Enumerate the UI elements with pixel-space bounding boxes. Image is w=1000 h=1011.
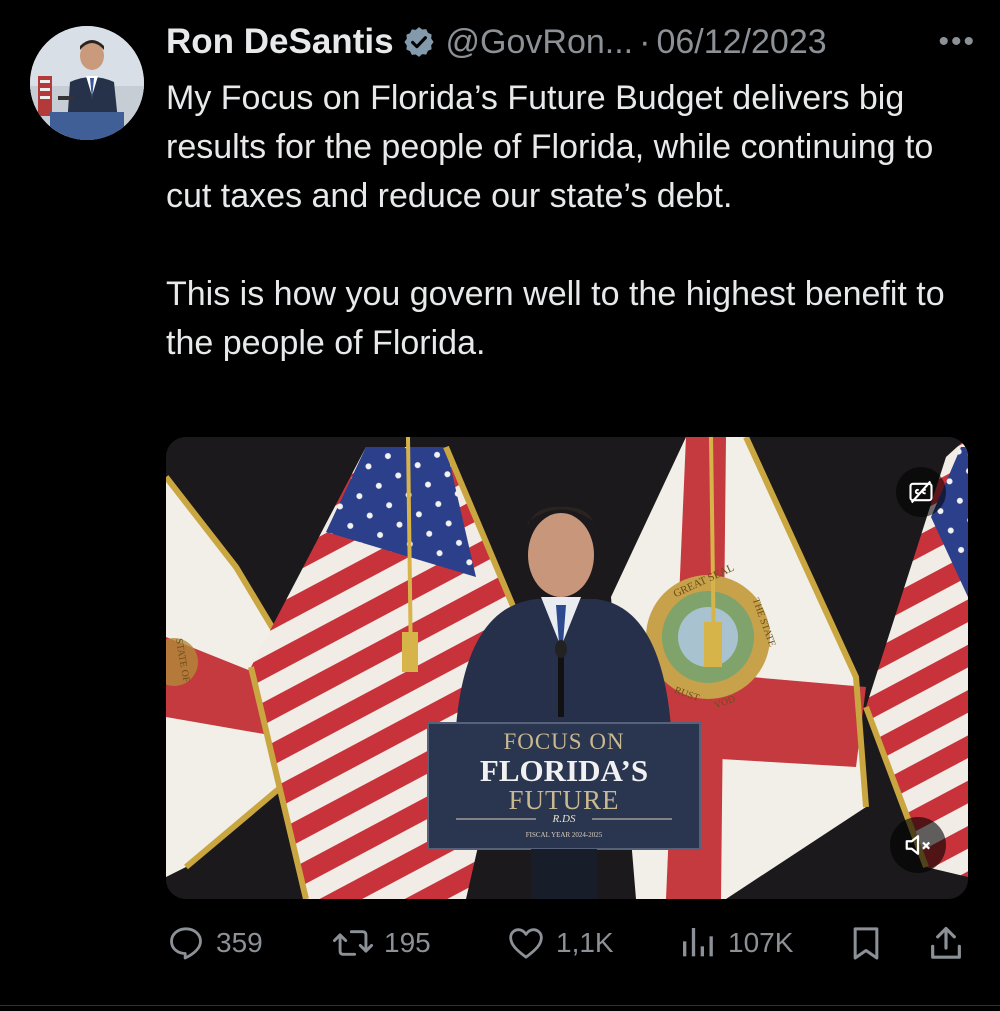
reply-icon	[170, 927, 202, 960]
share-icon	[931, 926, 961, 959]
author-handle[interactable]: @GovRon...	[446, 23, 634, 62]
avatar[interactable]	[30, 26, 144, 140]
podium-signature: R.DS	[552, 813, 576, 825]
closed-captions-icon[interactable]	[896, 467, 946, 517]
share-button[interactable]	[926, 918, 966, 968]
reply-button[interactable]: 359	[166, 918, 263, 968]
like-count: 1,1K	[556, 927, 614, 958]
author-name[interactable]: Ron DeSantis	[166, 22, 394, 62]
views-count: 107K	[728, 927, 794, 958]
podium-sign: FOCUS ON FLORIDA’S FUTURE R.DS FISCAL YE…	[428, 723, 700, 849]
video-player[interactable]: FOCUS ON FLORIDA’S FUTURE R.DS FISCAL YE…	[166, 437, 968, 899]
views-icon	[683, 928, 713, 957]
retweet-count: 195	[384, 927, 431, 958]
verified-badge-icon[interactable]	[402, 25, 436, 59]
mute-icon[interactable]	[890, 817, 946, 873]
like-button[interactable]: 1,1K	[506, 918, 614, 968]
tweet-paragraph-2: This is how you govern well to the highe…	[166, 275, 945, 362]
tweet-header: Ron DeSantis @GovRon... · 06/12/2023 •••	[166, 20, 976, 64]
divider	[0, 1005, 1000, 1006]
tweet-paragraph-1: My Focus on Florida’s Future Budget deli…	[166, 79, 934, 215]
retweet-icon	[332, 930, 374, 956]
podium-line-2: FLORIDA’S	[479, 753, 649, 788]
tweet-text: My Focus on Florida’s Future Budget deli…	[166, 74, 976, 368]
podium-line-1: FOCUS ON	[503, 729, 625, 754]
podium-line-3: FUTURE	[508, 785, 620, 815]
like-icon	[509, 928, 543, 959]
retweet-button[interactable]: 195	[332, 918, 431, 968]
views-button[interactable]: 107K	[678, 918, 793, 968]
podium-subtitle: FISCAL YEAR 2024-2025	[525, 831, 603, 839]
bookmark-button[interactable]	[846, 918, 886, 968]
reply-count: 359	[216, 927, 263, 958]
tweet-date[interactable]: 06/12/2023	[656, 23, 826, 62]
header-separator: ·	[639, 22, 651, 61]
more-icon[interactable]: •••	[938, 20, 976, 64]
bookmark-icon	[853, 927, 879, 960]
tweet-actions: 359 195 1,1K 107K	[166, 918, 968, 968]
